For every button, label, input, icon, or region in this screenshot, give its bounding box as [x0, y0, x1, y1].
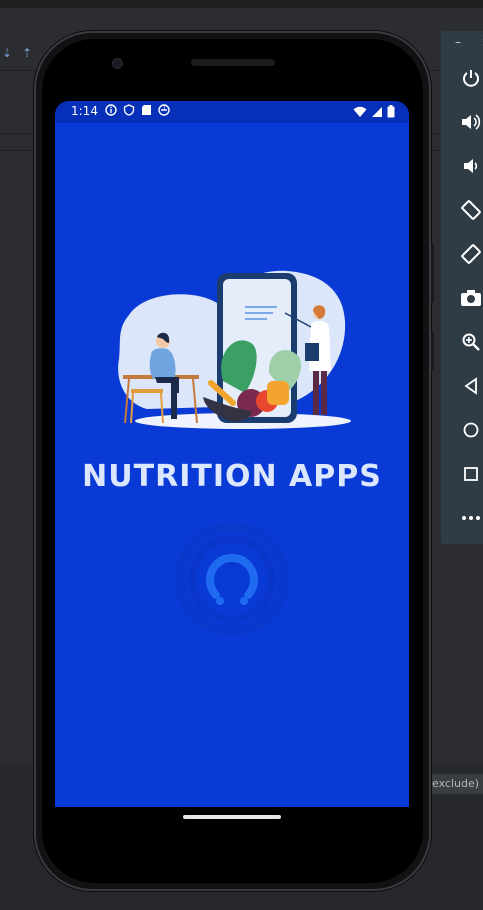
system-icons — [353, 105, 395, 118]
signal-icon — [372, 106, 382, 117]
pepper — [267, 381, 289, 405]
zoom-icon[interactable] — [458, 329, 483, 355]
info-icon — [105, 104, 117, 116]
rotate-right-icon[interactable] — [458, 241, 483, 267]
rotate-left-icon[interactable] — [458, 197, 483, 223]
status-bar: 1:14 — [55, 101, 409, 123]
ide-exclude-tag: exclude) — [426, 774, 483, 794]
earpiece-speaker — [191, 59, 275, 66]
sd-card-icon — [142, 105, 151, 115]
person-leg — [171, 391, 177, 419]
back-icon[interactable] — [458, 373, 483, 399]
chair-seat — [131, 389, 163, 393]
wifi-icon — [353, 106, 367, 117]
app-screen: 1:14 NUTRITION APPS — [55, 101, 409, 807]
doctor-clipboard — [305, 343, 319, 361]
loading-spinner — [175, 522, 289, 636]
app-status-icon — [158, 104, 170, 116]
download-icon[interactable]: ⇣ — [0, 46, 14, 60]
ide-top-bar — [0, 0, 483, 8]
power-icon[interactable] — [458, 65, 483, 91]
front-camera — [112, 58, 123, 69]
home-icon[interactable] — [458, 417, 483, 443]
minimize-button[interactable]: – — [455, 35, 461, 49]
camera-icon[interactable] — [458, 285, 483, 311]
overview-icon[interactable] — [458, 461, 483, 487]
doctor-leg — [313, 371, 319, 415]
battery-icon — [387, 105, 395, 118]
emulator-toolbar: – × — [441, 31, 483, 544]
notification-icons — [105, 104, 170, 116]
more-icon[interactable] — [458, 505, 483, 531]
app-title: NUTRITION APPS — [82, 459, 382, 494]
volume-key — [431, 331, 434, 371]
volume-down-icon[interactable] — [458, 153, 483, 179]
power-key — [431, 243, 434, 303]
shield-icon — [123, 104, 135, 116]
status-time: 1:14 — [71, 104, 98, 118]
home-gesture-pill[interactable] — [183, 815, 281, 819]
doctor-leg — [321, 371, 327, 415]
nutrition-illustration — [118, 270, 351, 429]
upload-icon[interactable]: ⇡ — [20, 46, 34, 60]
volume-up-icon[interactable] — [458, 109, 483, 135]
